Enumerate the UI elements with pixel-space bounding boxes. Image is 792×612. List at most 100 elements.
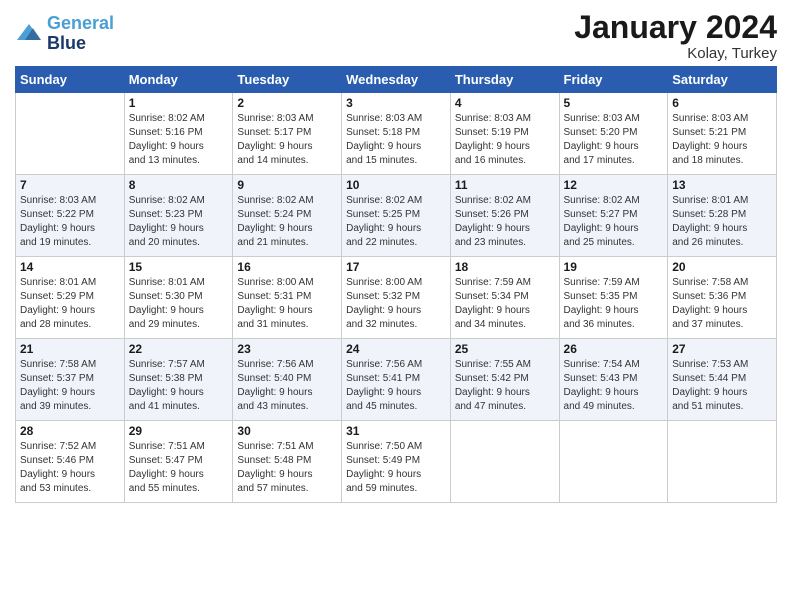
day-number: 10 [346,178,446,192]
table-row: 19 Sunrise: 7:59 AMSunset: 5:35 PMDayligh… [559,257,668,339]
day-number: 31 [346,424,446,438]
day-number: 7 [20,178,120,192]
day-info: Sunrise: 8:02 AMSunset: 5:25 PMDaylight:… [346,194,446,250]
table-row: 3Sunrise: 8:03 AMSunset: 5:18 PMDaylight… [342,93,451,175]
calendar-week-row: 1Sunrise: 8:02 AMSunset: 5:16 PMDaylight… [16,93,777,175]
day-info: Sunrise: 8:02 AMSunset: 5:24 PMDaylight:… [237,194,337,250]
day-info: Sunrise: 8:01 AMSunset: 5:28 PMDaylight:… [672,194,772,250]
table-row: 29 Sunrise: 7:51 AMSunset: 5:47 PMDayligh… [124,421,233,503]
day-number: 8 [129,178,229,192]
logo: GeneralBlue [15,14,114,54]
page-subtitle: Kolay, Turkey [574,45,777,62]
table-row [450,421,559,503]
table-row: 10 Sunrise: 8:02 AMSunset: 5:25 PMDayligh… [342,175,451,257]
day-info: Sunrise: 8:02 AMSunset: 5:16 PMDaylight:… [129,112,229,168]
calendar-header-row: Sunday Monday Tuesday Wednesday Thursday… [16,67,777,93]
table-row: 17 Sunrise: 8:00 AMSunset: 5:32 PMDayligh… [342,257,451,339]
table-row: 7 Sunrise: 8:03 AMSunset: 5:22 PMDaylight… [16,175,125,257]
day-number: 11 [455,178,555,192]
day-number: 29 [129,424,229,438]
day-info: Sunrise: 8:03 AMSunset: 5:21 PMDaylight:… [672,112,772,168]
col-monday: Monday [124,67,233,93]
col-sunday: Sunday [16,67,125,93]
col-tuesday: Tuesday [233,67,342,93]
table-row: 26 Sunrise: 7:54 AMSunset: 5:43 PMDayligh… [559,339,668,421]
table-row: 25Sunrise: 7:55 AMSunset: 5:42 PMDayligh… [450,339,559,421]
col-wednesday: Wednesday [342,67,451,93]
day-number: 5 [564,96,664,110]
day-info: Sunrise: 8:02 AMSunset: 5:23 PMDaylight:… [129,194,229,250]
table-row: 28 Sunrise: 7:52 AMSunset: 5:46 PMDayligh… [16,421,125,503]
day-info: Sunrise: 7:52 AMSunset: 5:46 PMDaylight:… [20,440,120,496]
page-container: GeneralBlue January 2024 Kolay, Turkey S… [0,0,792,513]
day-number: 18 [455,260,555,274]
day-number: 30 [237,424,337,438]
table-row: 30 Sunrise: 7:51 AMSunset: 5:48 PMDayligh… [233,421,342,503]
day-info: Sunrise: 8:02 AMSunset: 5:26 PMDaylight:… [455,194,555,250]
calendar-week-row: 14 Sunrise: 8:01 AMSunset: 5:29 PMDayligh… [16,257,777,339]
day-info: Sunrise: 7:59 AMSunset: 5:35 PMDaylight:… [564,276,664,332]
day-info: Sunrise: 7:56 AMSunset: 5:40 PMDaylight:… [237,358,337,414]
day-number: 17 [346,260,446,274]
day-info: Sunrise: 7:58 AMSunset: 5:37 PMDaylight:… [20,358,120,414]
day-info: Sunrise: 8:00 AMSunset: 5:32 PMDaylight:… [346,276,446,332]
table-row: 14 Sunrise: 8:01 AMSunset: 5:29 PMDayligh… [16,257,125,339]
table-row: 15 Sunrise: 8:01 AMSunset: 5:30 PMDayligh… [124,257,233,339]
day-number: 28 [20,424,120,438]
table-row: 1Sunrise: 8:02 AMSunset: 5:16 PMDaylight… [124,93,233,175]
day-number: 16 [237,260,337,274]
day-info: Sunrise: 7:53 AMSunset: 5:44 PMDaylight:… [672,358,772,414]
table-row: 18 Sunrise: 7:59 AMSunset: 5:34 PMDayligh… [450,257,559,339]
day-number: 20 [672,260,772,274]
day-number: 6 [672,96,772,110]
table-row: 16 Sunrise: 8:00 AMSunset: 5:31 PMDayligh… [233,257,342,339]
day-info: Sunrise: 7:59 AMSunset: 5:34 PMDaylight:… [455,276,555,332]
table-row [668,421,777,503]
table-row: 13 Sunrise: 8:01 AMSunset: 5:28 PMDayligh… [668,175,777,257]
day-info: Sunrise: 7:58 AMSunset: 5:36 PMDaylight:… [672,276,772,332]
day-number: 9 [237,178,337,192]
table-row: 20 Sunrise: 7:58 AMSunset: 5:36 PMDayligh… [668,257,777,339]
day-number: 26 [564,342,664,356]
table-row: 11 Sunrise: 8:02 AMSunset: 5:26 PMDayligh… [450,175,559,257]
title-block: January 2024 Kolay, Turkey [574,10,777,62]
table-row: 21 Sunrise: 7:58 AMSunset: 5:37 PMDayligh… [16,339,125,421]
header: GeneralBlue January 2024 Kolay, Turkey [15,10,777,62]
table-row: 4 Sunrise: 8:03 AMSunset: 5:19 PMDaylight… [450,93,559,175]
day-number: 22 [129,342,229,356]
day-info: Sunrise: 7:56 AMSunset: 5:41 PMDaylight:… [346,358,446,414]
day-number: 3 [346,96,446,110]
page-title: January 2024 [574,10,777,45]
day-info: Sunrise: 8:00 AMSunset: 5:31 PMDaylight:… [237,276,337,332]
day-number: 4 [455,96,555,110]
day-info: Sunrise: 8:01 AMSunset: 5:29 PMDaylight:… [20,276,120,332]
day-info: Sunrise: 8:02 AMSunset: 5:27 PMDaylight:… [564,194,664,250]
day-info: Sunrise: 8:01 AMSunset: 5:30 PMDaylight:… [129,276,229,332]
day-info: Sunrise: 7:50 AMSunset: 5:49 PMDaylight:… [346,440,446,496]
day-number: 14 [20,260,120,274]
table-row: 9 Sunrise: 8:02 AMSunset: 5:24 PMDaylight… [233,175,342,257]
table-row: 8 Sunrise: 8:02 AMSunset: 5:23 PMDaylight… [124,175,233,257]
day-number: 25 [455,342,555,356]
day-number: 15 [129,260,229,274]
col-saturday: Saturday [668,67,777,93]
day-number: 2 [237,96,337,110]
calendar-week-row: 21 Sunrise: 7:58 AMSunset: 5:37 PMDayligh… [16,339,777,421]
day-info: Sunrise: 8:03 AMSunset: 5:17 PMDaylight:… [237,112,337,168]
day-info: Sunrise: 8:03 AMSunset: 5:22 PMDaylight:… [20,194,120,250]
calendar-table: Sunday Monday Tuesday Wednesday Thursday… [15,66,777,503]
day-info: Sunrise: 7:51 AMSunset: 5:48 PMDaylight:… [237,440,337,496]
day-info: Sunrise: 8:03 AMSunset: 5:20 PMDaylight:… [564,112,664,168]
day-info: Sunrise: 7:51 AMSunset: 5:47 PMDaylight:… [129,440,229,496]
table-row: 23Sunrise: 7:56 AMSunset: 5:40 PMDayligh… [233,339,342,421]
day-info: Sunrise: 7:54 AMSunset: 5:43 PMDaylight:… [564,358,664,414]
day-number: 21 [20,342,120,356]
table-row: 31 Sunrise: 7:50 AMSunset: 5:49 PMDayligh… [342,421,451,503]
day-number: 19 [564,260,664,274]
table-row: 27 Sunrise: 7:53 AMSunset: 5:44 PMDayligh… [668,339,777,421]
day-number: 27 [672,342,772,356]
day-info: Sunrise: 8:03 AMSunset: 5:19 PMDaylight:… [455,112,555,168]
day-number: 12 [564,178,664,192]
day-number: 13 [672,178,772,192]
table-row [16,93,125,175]
